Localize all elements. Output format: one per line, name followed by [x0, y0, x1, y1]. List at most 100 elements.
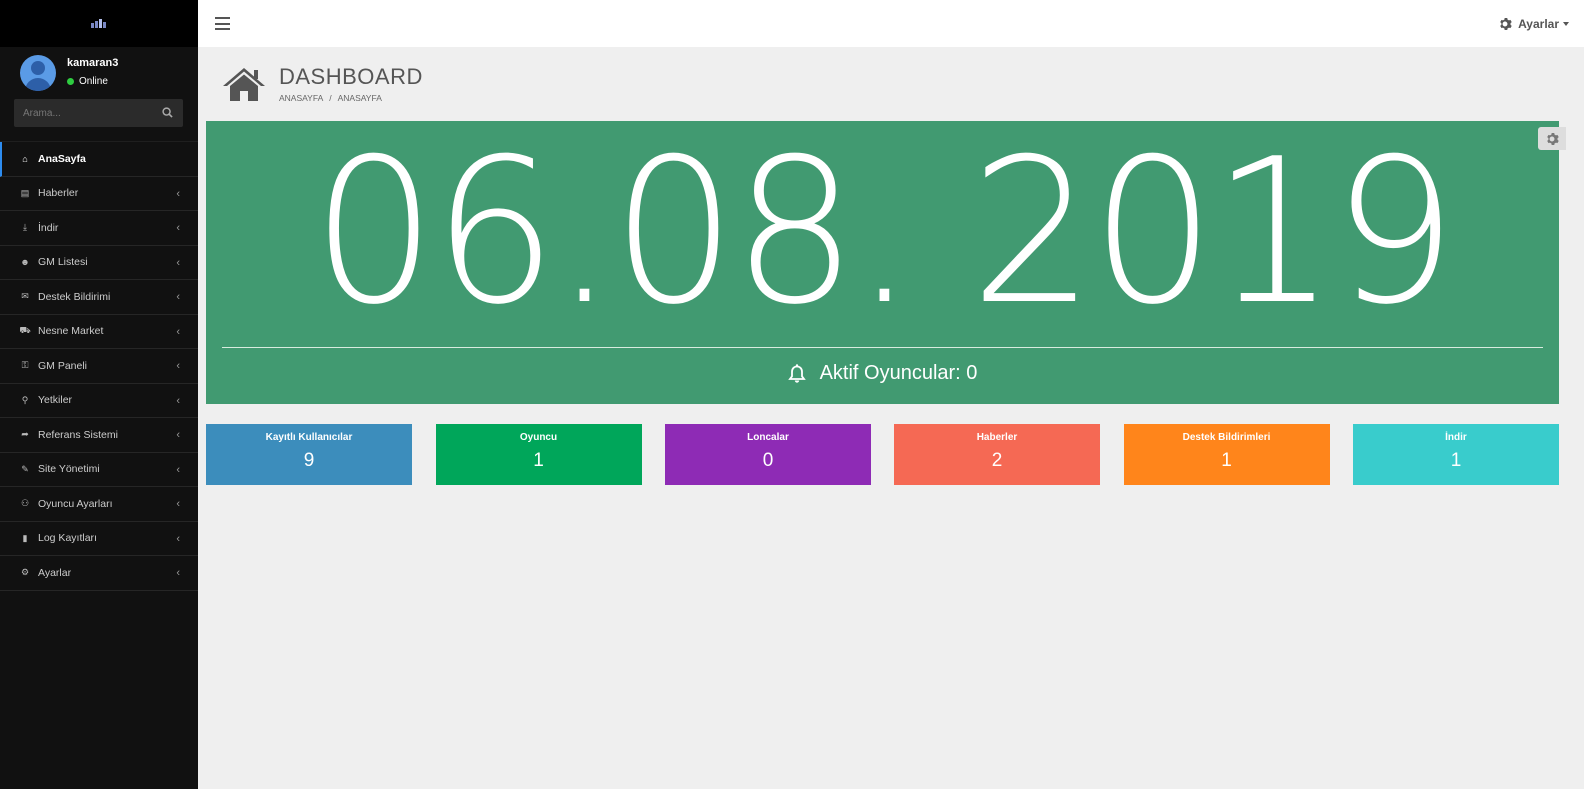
stat-card[interactable]: İndir 1: [1353, 424, 1559, 485]
chevron-left-icon: ‹: [176, 187, 180, 200]
stat-card-value: 1: [1221, 450, 1232, 471]
chevron-left-icon: ‹: [176, 360, 180, 372]
stat-card-value: 1: [533, 450, 544, 471]
theme-settings-button[interactable]: [1538, 127, 1566, 150]
sidebar-item-label: Log Kayıtları: [38, 532, 97, 545]
user-panel: kamaran3 Online: [0, 47, 198, 99]
stat-card-label: Oyuncu: [519, 432, 558, 443]
sidebar-item-label: Site Yönetimi: [38, 463, 100, 476]
sidebar-search: [14, 99, 183, 127]
sidebar-item[interactable]: ▤ Haberler ‹: [0, 177, 198, 211]
caret-down-icon: [1563, 21, 1569, 26]
gamepad-icon: ⚇: [20, 498, 30, 509]
download-icon: ⤓: [23, 222, 27, 233]
bell-icon: [787, 363, 806, 383]
sidebar-item-label: AnaSayfa: [38, 152, 86, 165]
stat-card-label: Loncalar: [747, 432, 789, 443]
chevron-left-icon: ‹: [176, 532, 180, 545]
date-panel: 06.08. 2019 Aktif Oyuncular: 0: [206, 121, 1559, 404]
avatar: [20, 55, 56, 91]
pin-icon: ⚲: [21, 394, 29, 405]
key-icon: ⚿: [21, 360, 29, 371]
sidebar-item-label: Yetkiler: [38, 394, 73, 407]
stat-card[interactable]: Destek Bildirimleri 1: [1123, 424, 1330, 485]
gear-icon: [1500, 17, 1512, 30]
sidebar: kamaran3 Online ⌂ AnaSayfa ▤ Haberler ‹ ⤓ İndi…: [0, 0, 198, 789]
logo-bar: [0, 0, 198, 47]
chevron-left-icon: ‹: [176, 325, 180, 338]
gear-icon: [1547, 132, 1559, 145]
chevron-left-icon: ‹: [176, 463, 180, 476]
sidebar-item-label: Oyuncu Ayarları: [38, 497, 113, 510]
sidebar-item-label: Ayarlar: [38, 566, 72, 579]
page-title: DASHBOARD: [279, 64, 423, 89]
newspaper-icon: ▤: [20, 187, 30, 198]
sidebar-item[interactable]: ⚙ Ayarlar ‹: [0, 556, 198, 591]
stat-card-label: Kayıtlı Kullanıcılar: [265, 432, 353, 443]
search-input[interactable]: [14, 99, 154, 127]
sidebar-item-label: GM Listesi: [38, 256, 88, 269]
stat-card-value: 0: [762, 450, 774, 471]
chevron-left-icon: ‹: [176, 429, 180, 441]
home-icon: [223, 68, 265, 101]
sidebar-item-label: Referans Sistemi: [38, 428, 118, 441]
stat-card-label: Haberler: [976, 432, 1018, 443]
sidebar-item-label: Haberler: [38, 187, 79, 200]
sidebar-item[interactable]: ⚿ GM Paneli ‹: [0, 349, 198, 384]
sidebar-item-label: GM Paneli: [38, 359, 88, 372]
user-status: Online: [67, 76, 108, 87]
online-dot-icon: [67, 78, 74, 85]
breadcrumb: ANASAYFA / ANASAYFA: [279, 93, 382, 103]
sidebar-item[interactable]: ✉ Destek Bildirimi ‹: [0, 280, 198, 315]
stat-card[interactable]: Oyuncu 1: [435, 424, 642, 485]
cart-icon: ⛟: [19, 325, 31, 336]
settings-label: Ayarlar: [1518, 16, 1559, 31]
stat-cards: Kayıtlı Kullanıcılar 9 Oyuncu 1 Loncalar 0 Hab…: [206, 424, 1559, 485]
home-icon: ⌂: [22, 153, 28, 164]
menu-toggle-icon[interactable]: [215, 17, 230, 30]
chevron-left-icon: ‹: [176, 222, 180, 234]
share-icon: ➦: [21, 429, 29, 440]
date-display: 06.08. 2019: [311, 116, 1457, 349]
sidebar-item-label: Destek Bildirimi: [38, 290, 111, 303]
search-icon[interactable]: [162, 107, 173, 118]
sidebar-item[interactable]: ▮ Log Kayıtları ‹: [0, 522, 198, 556]
sidebar-item[interactable]: ☻ GM Listesi ‹: [0, 246, 198, 280]
stat-card-value: 1: [1450, 450, 1462, 471]
sidebar-item[interactable]: ⚇ Oyuncu Ayarları ‹: [0, 487, 198, 522]
user-name: kamaran3: [67, 57, 119, 69]
sidebar-item[interactable]: ⛟ Nesne Market ‹: [0, 315, 198, 349]
stat-card[interactable]: Kayıtlı Kullanıcılar 9: [206, 424, 412, 485]
chevron-left-icon: ‹: [176, 394, 180, 407]
stat-card[interactable]: Loncalar 0: [665, 424, 871, 485]
chevron-left-icon: ‹: [176, 567, 180, 579]
sidebar-item[interactable]: ✎ Site Yönetimi ‹: [0, 453, 198, 487]
sidebar-item[interactable]: ⚲ Yetkiler ‹: [0, 384, 198, 418]
settings-dropdown[interactable]: Ayarlar: [1498, 0, 1569, 47]
sidebar-item[interactable]: ⌂ AnaSayfa: [0, 142, 198, 177]
active-players: Aktif Oyuncular: 0: [206, 362, 1559, 385]
pencil-icon: ✎: [21, 463, 29, 474]
topbar: Ayarlar: [198, 0, 1584, 47]
user-status-label: Online: [79, 76, 108, 87]
sidebar-menu: ⌂ AnaSayfa ▤ Haberler ‹ ⤓ İndir ‹ ☻ GM Listesi ‹ ✉ D…: [0, 141, 198, 591]
sidebar-item-label: Nesne Market: [38, 325, 104, 338]
stat-card-label: İndir: [1445, 432, 1467, 443]
chevron-left-icon: ‹: [176, 291, 180, 303]
chevron-left-icon: ‹: [176, 498, 180, 510]
gear-icon: ⚙: [20, 567, 30, 578]
divider: [222, 347, 1543, 348]
book-icon: ▮: [22, 532, 28, 543]
sidebar-item[interactable]: ➦ Referans Sistemi ‹: [0, 418, 198, 453]
sidebar-item-label: İndir: [38, 221, 59, 234]
stat-card[interactable]: Haberler 2: [894, 424, 1100, 485]
chevron-left-icon: ‹: [176, 256, 180, 269]
users-icon: ☻: [20, 257, 30, 268]
envelope-icon: ✉: [21, 291, 29, 302]
stat-card-value: 9: [303, 450, 315, 471]
breadcrumb-item[interactable]: ANASAYFA: [279, 93, 323, 103]
logo[interactable]: [91, 18, 107, 29]
active-players-label: Aktif Oyuncular: 0: [819, 362, 978, 384]
stat-card-label: Destek Bildirimleri: [1182, 432, 1271, 443]
sidebar-item[interactable]: ⤓ İndir ‹: [0, 211, 198, 246]
